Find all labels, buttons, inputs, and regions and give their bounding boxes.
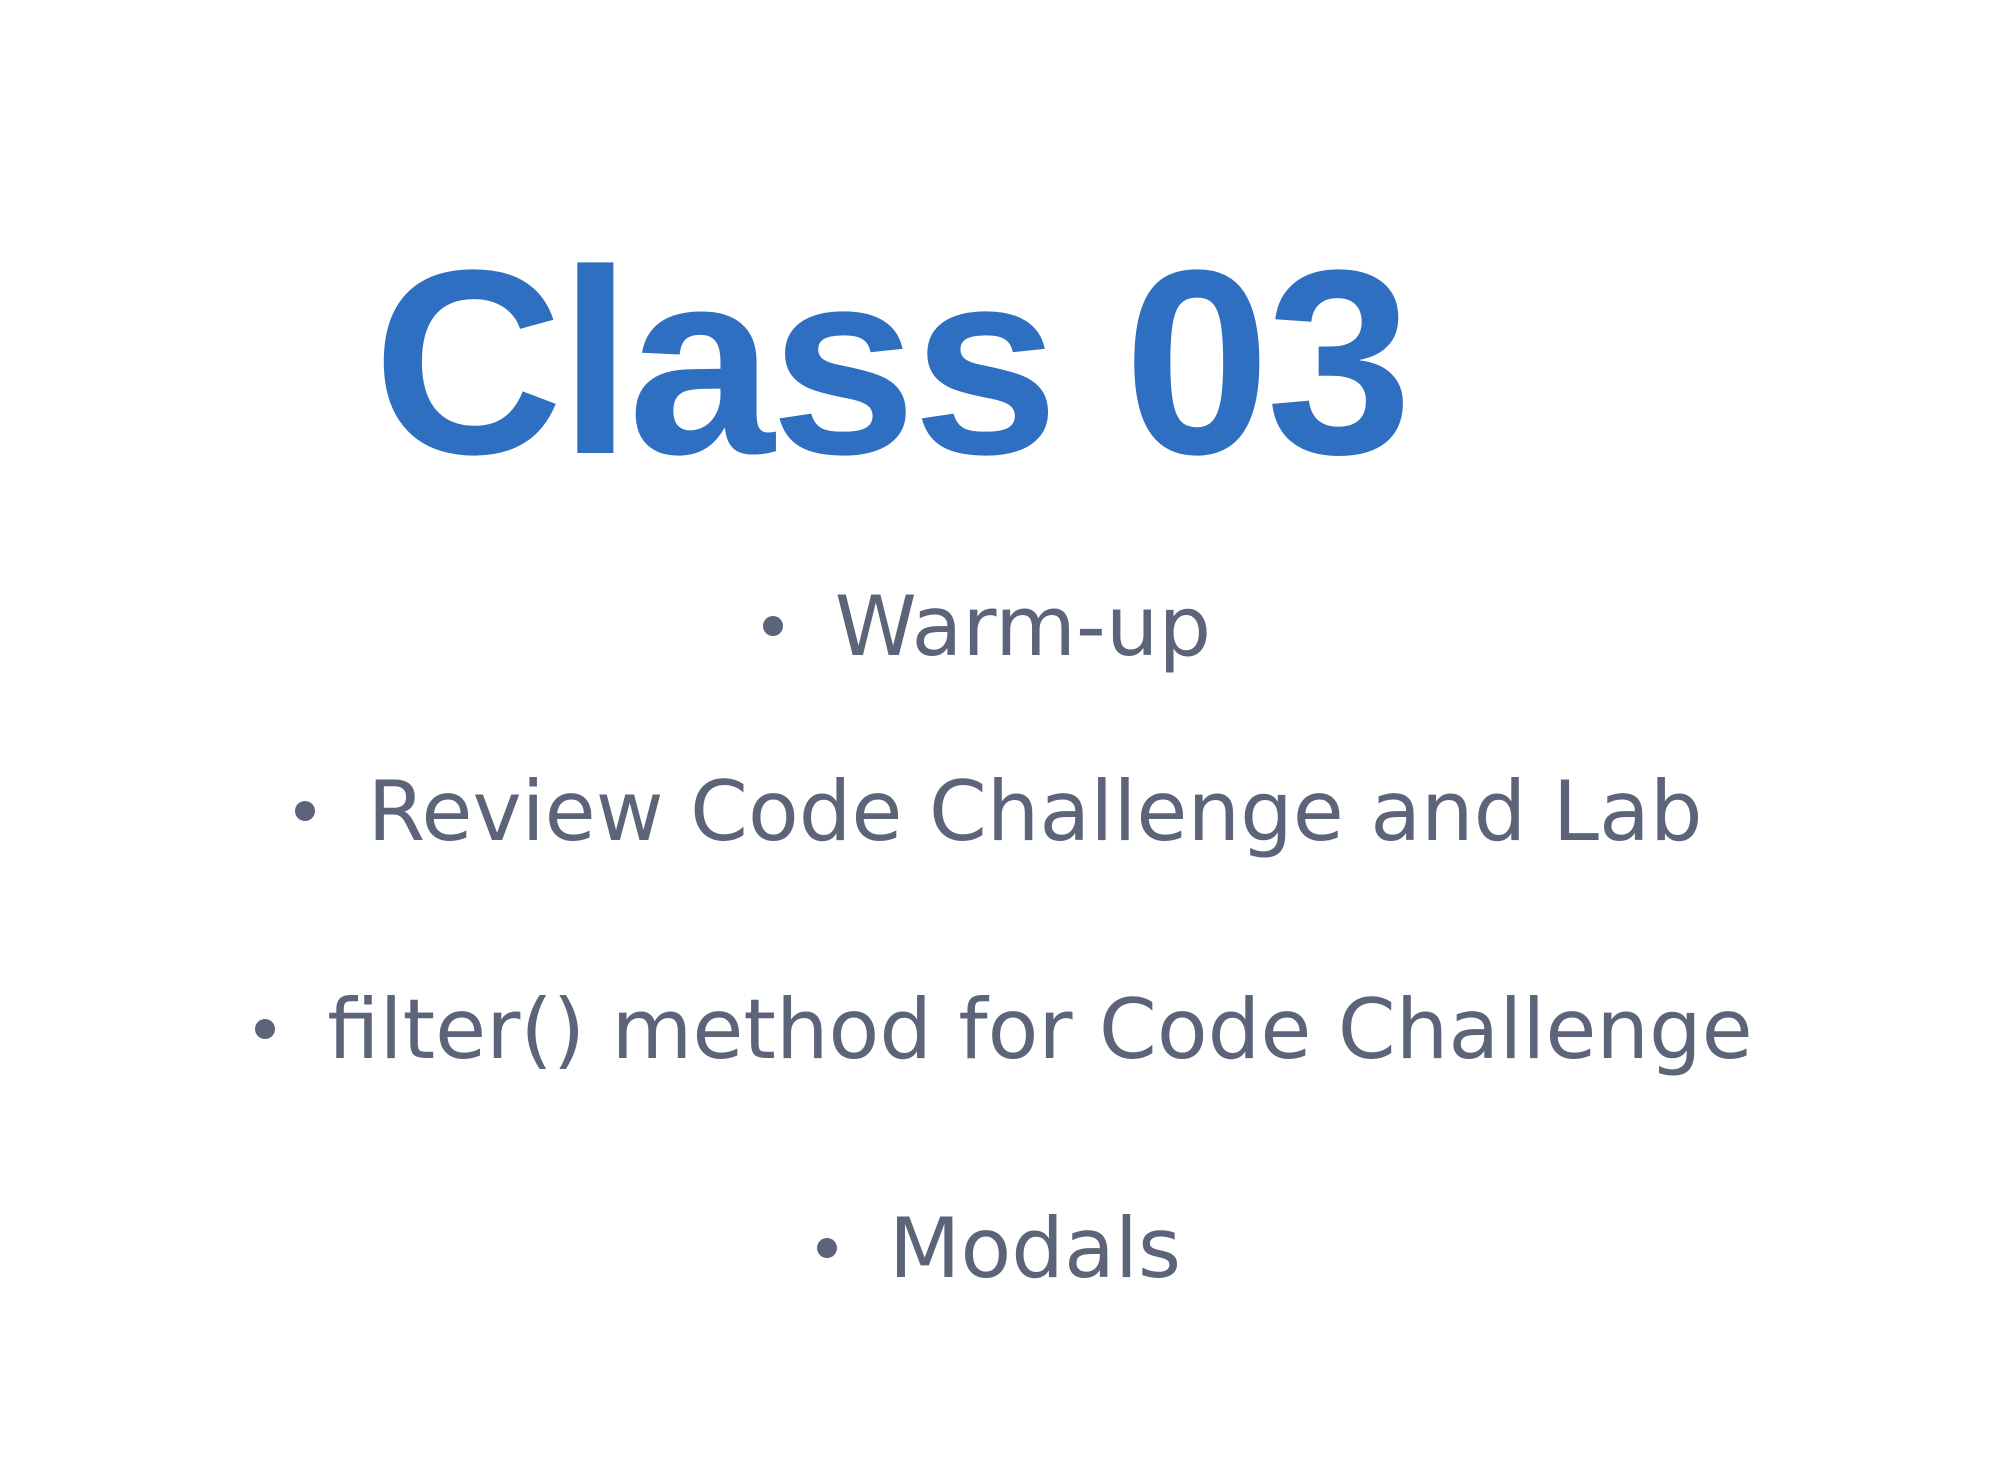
agenda-item-label: filter() method for Code Challenge [327,981,1753,1078]
agenda-item-label: Modals [888,1200,1182,1297]
agenda-item: filter() method for Code Challenge [0,988,2009,1071]
agenda-item-label: Warm-up [834,578,1212,675]
agenda-item: Warm-up [0,585,1992,668]
bullet-dot-icon [762,616,783,637]
bullet-dot-icon [295,801,316,822]
bullet-dot-icon [816,1238,837,1259]
agenda-item: Review Code Challenge and Lab [0,770,2004,853]
agenda-item-label: Review Code Challenge and Lab [367,763,1703,860]
agenda-item: Modals [0,1207,2004,1290]
bullet-dot-icon [255,1019,276,1040]
slide-title: Class 03 [373,215,1412,509]
slide: Class 03 Warm-up Review Code Challenge a… [0,0,2010,1482]
